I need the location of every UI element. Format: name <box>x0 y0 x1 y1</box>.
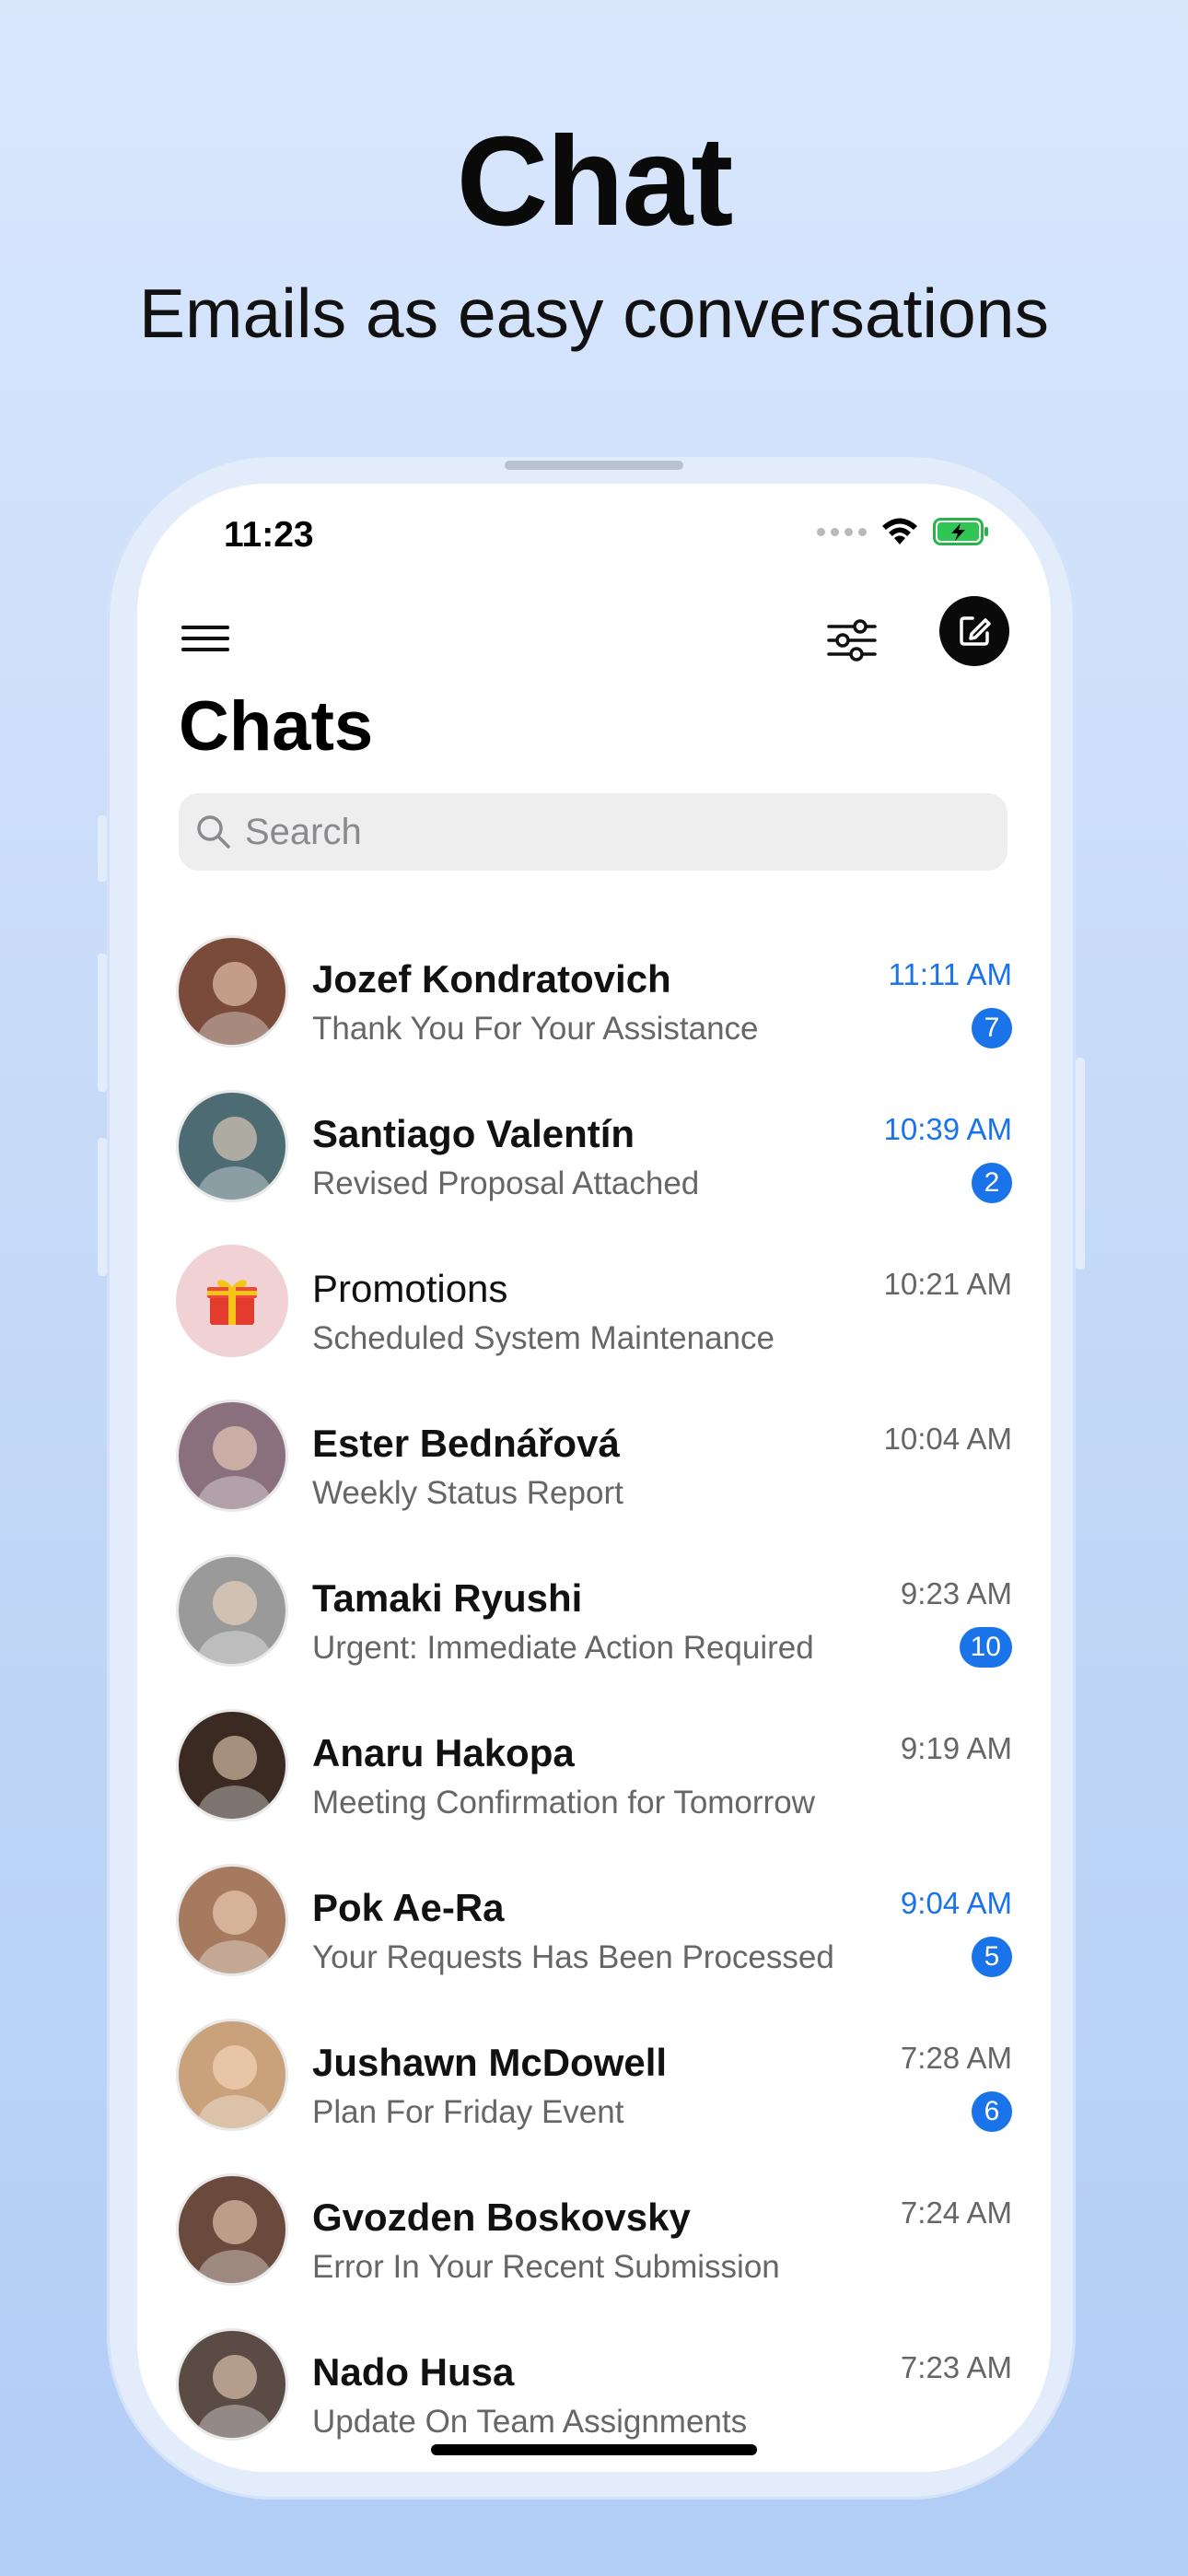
hero-title: Chat <box>456 111 734 252</box>
unread-badge: 6 <box>972 2091 1012 2132</box>
sliders-icon <box>827 619 877 662</box>
chat-name: Tamaki Ryushi <box>312 1576 583 1620</box>
search-icon <box>197 815 230 849</box>
chat-row[interactable]: Jushawn McDowell Plan For Friday Event 7:2… <box>137 2000 1051 2155</box>
chat-preview: Urgent: Immediate Action Required <box>312 1630 814 1666</box>
avatar <box>176 2328 288 2441</box>
chat-name: Anaru Hakopa <box>312 1731 575 1774</box>
chat-row[interactable]: Nado Husa Update On Team Assignments 7:23 … <box>137 2310 1051 2465</box>
avatar <box>176 1090 288 1202</box>
chat-time: 7:24 AM <box>900 2195 1012 2230</box>
filter-button[interactable] <box>822 611 881 670</box>
phone-screen: 11:23 Chats Search Jozef Kondratovich Th… <box>137 484 1051 2472</box>
chat-preview: Revised Proposal Attached <box>312 1165 700 1201</box>
avatar <box>176 1864 288 1976</box>
chat-time: 7:23 AM <box>900 2350 1012 2384</box>
person-silhouette-icon <box>195 1891 274 1973</box>
page-title: Chats <box>179 687 374 766</box>
search-input[interactable] <box>243 810 947 854</box>
chat-name: Pok Ae-Ra <box>312 1886 505 1929</box>
chat-preview: Thank You For Your Assistance <box>312 1011 759 1047</box>
chat-time: 7:28 AM <box>900 2041 1012 2075</box>
person-silhouette-icon <box>195 1581 274 1664</box>
chat-name: Jozef Kondratovich <box>312 957 671 1001</box>
person-silhouette-icon <box>195 2045 274 2128</box>
chat-preview: Update On Team Assignments <box>312 2404 748 2440</box>
chat-row[interactable]: Ester Bednářová Weekly Status Report 10:04… <box>137 1381 1051 1536</box>
signal-dots-icon <box>817 527 867 536</box>
avatar <box>176 1709 288 1821</box>
phone-volume-up-button <box>98 954 107 1092</box>
hamburger-menu-icon <box>181 626 229 651</box>
phone-speaker <box>505 461 683 470</box>
chat-list: Jozef Kondratovich Thank You For Your Ass… <box>137 917 1051 2465</box>
chat-preview: Your Requests Has Been Processed <box>312 1939 834 1975</box>
unread-badge: 2 <box>972 1163 1012 1203</box>
chat-row[interactable]: Anaru Hakopa Meeting Confirmation for Tom… <box>137 1691 1051 1845</box>
avatar <box>176 935 288 1048</box>
phone-volume-down-button <box>98 1138 107 1276</box>
chat-row[interactable]: Santiago Valentín Revised Proposal Attach… <box>137 1071 1051 1226</box>
person-silhouette-icon <box>195 2355 274 2438</box>
chat-name: Santiago Valentín <box>312 1112 635 1155</box>
chat-row[interactable]: Pok Ae-Ra Your Requests Has Been Processe… <box>137 1845 1051 2000</box>
chat-preview: Plan For Friday Event <box>312 2094 624 2130</box>
hero-subtitle: Emails as easy conversations <box>139 275 1049 352</box>
menu-button[interactable] <box>178 611 233 666</box>
chat-name: Nado Husa <box>312 2350 515 2394</box>
avatar <box>176 1399 288 1512</box>
phone-power-button <box>1076 1058 1085 1270</box>
avatar <box>176 2173 288 2286</box>
chat-row[interactable]: Tamaki Ryushi Urgent: Immediate Action Re… <box>137 1536 1051 1691</box>
status-icons <box>817 517 990 546</box>
battery-charging-icon <box>933 518 988 545</box>
chat-name: Promotions <box>312 1267 508 1310</box>
chat-row[interactable]: Jozef Kondratovich Thank You For Your Ass… <box>137 917 1051 1071</box>
person-silhouette-icon <box>195 2200 274 2283</box>
chat-preview: Error In Your Recent Submission <box>312 2249 780 2285</box>
status-time: 11:23 <box>224 515 314 555</box>
unread-badge: 10 <box>959 1627 1012 1668</box>
chat-preview: Meeting Confirmation for Tomorrow <box>312 1785 815 1821</box>
person-silhouette-icon <box>195 962 274 1045</box>
chat-preview: Scheduled System Maintenance <box>312 1320 775 1356</box>
unread-badge: 5 <box>972 1937 1012 1977</box>
chat-row[interactable]: Promotions Scheduled System Maintenance 10… <box>137 1226 1051 1381</box>
person-silhouette-icon <box>195 1736 274 1819</box>
search-bar[interactable] <box>179 793 1007 871</box>
chat-time: 9:23 AM <box>900 1576 1012 1610</box>
compose-icon <box>960 616 991 646</box>
chat-row[interactable]: Gvozden Boskovsky Error In Your Recent Su… <box>137 2155 1051 2310</box>
chat-time: 11:11 AM <box>888 957 1012 991</box>
avatar <box>176 2019 288 2131</box>
chat-name: Ester Bednářová <box>312 1422 620 1465</box>
home-indicator[interactable] <box>431 2444 757 2455</box>
unread-badge: 7 <box>972 1008 1012 1048</box>
person-silhouette-icon <box>195 1117 274 1200</box>
wifi-icon <box>882 518 917 544</box>
chat-time: 9:19 AM <box>900 1731 1012 1765</box>
chat-preview: Weekly Status Report <box>312 1475 623 1511</box>
phone-side-button <box>98 815 107 882</box>
person-silhouette-icon <box>195 1426 274 1509</box>
compose-button[interactable] <box>939 596 1009 666</box>
chat-time: 10:21 AM <box>883 1267 1012 1301</box>
chat-name: Gvozden Boskovsky <box>312 2195 691 2239</box>
chat-time: 10:04 AM <box>883 1422 1012 1456</box>
avatar <box>176 1554 288 1667</box>
promotions-avatar <box>176 1245 288 1357</box>
chat-time: 9:04 AM <box>900 1886 1012 1920</box>
chat-time: 10:39 AM <box>883 1112 1012 1146</box>
chat-name: Jushawn McDowell <box>312 2041 668 2084</box>
gift-icon <box>207 1280 257 1325</box>
